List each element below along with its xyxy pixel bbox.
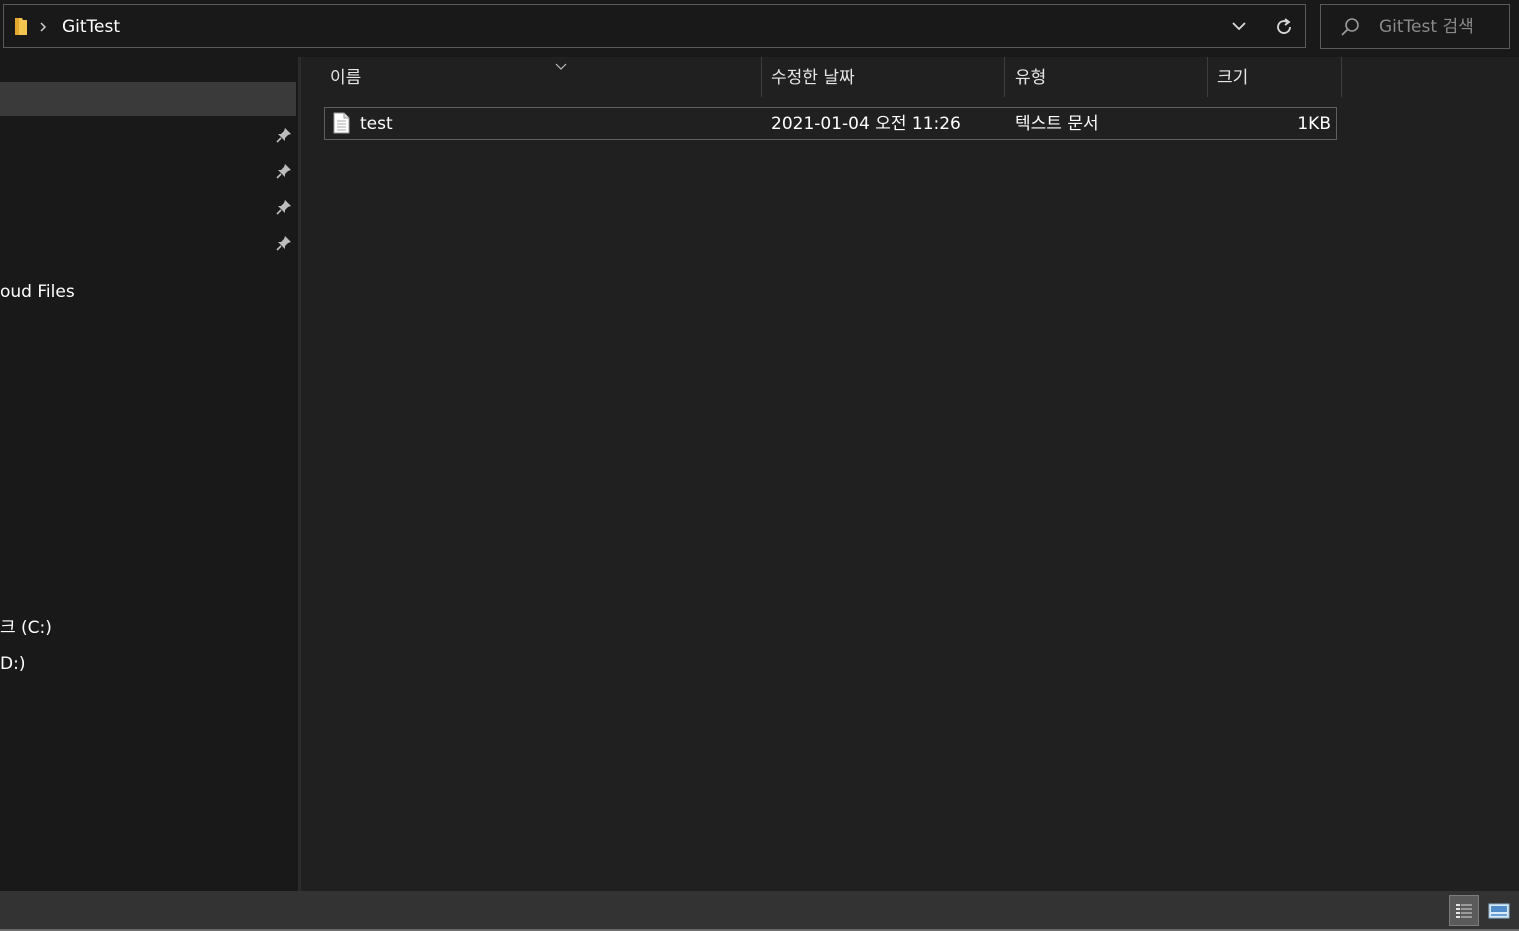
folder-icon <box>13 17 29 37</box>
column-divider[interactable] <box>1341 57 1342 97</box>
details-view-button[interactable] <box>1449 895 1479 926</box>
nav-item-pinned-4[interactable] <box>0 226 296 260</box>
column-header-label: 크기 <box>1217 68 1249 88</box>
breadcrumb-gittest[interactable]: GitTest <box>62 16 120 38</box>
file-type: 텍스트 문서 <box>1015 114 1099 134</box>
file-list-pane[interactable]: 이름 수정한 날짜 유형 크기 test 2021-01-04 오전 11:26… <box>301 57 1519 891</box>
nav-item-pinned-1[interactable] <box>0 118 296 152</box>
text-file-icon <box>333 112 350 134</box>
sort-descending-icon <box>554 56 568 70</box>
column-divider[interactable] <box>1207 57 1208 97</box>
file-name: test <box>360 114 393 134</box>
chevron-down-icon[interactable] <box>1228 15 1250 37</box>
address-bar[interactable]: GitTest <box>3 4 1306 48</box>
details-view-icon <box>1455 903 1473 923</box>
large-icons-view-icon <box>1488 903 1510 923</box>
file-modified: 2021-01-04 오전 11:26 <box>771 114 961 134</box>
nav-item-label: D:) <box>0 654 26 674</box>
search-input[interactable] <box>1379 15 1503 39</box>
nav-item-cloud-files[interactable]: oud Files <box>0 275 296 309</box>
chevron-right-icon[interactable] <box>38 16 48 44</box>
column-divider[interactable] <box>1004 57 1005 97</box>
nav-item-selected[interactable] <box>0 82 296 116</box>
column-divider[interactable] <box>761 57 762 97</box>
column-header-label: 수정한 날짜 <box>771 68 855 88</box>
large-icons-view-button[interactable] <box>1484 895 1514 926</box>
refresh-icon[interactable] <box>1272 15 1296 39</box>
column-header-modified[interactable]: 수정한 날짜 <box>763 57 1005 97</box>
column-header-label: 이름 <box>330 68 362 88</box>
pin-icon[interactable] <box>276 235 292 251</box>
nav-item-drive-d[interactable]: D:) <box>0 647 296 681</box>
pin-icon[interactable] <box>276 127 292 143</box>
column-header-label: 유형 <box>1015 68 1047 88</box>
search-icon <box>1339 16 1361 38</box>
column-header-type[interactable]: 유형 <box>1007 57 1207 97</box>
search-box[interactable] <box>1320 4 1510 49</box>
nav-item-pinned-3[interactable] <box>0 190 296 224</box>
nav-item-label: oud Files <box>0 282 75 302</box>
nav-item-pinned-2[interactable] <box>0 154 296 188</box>
navigation-pane[interactable]: oud Files 크 (C:) D:) <box>0 57 298 891</box>
column-header-size[interactable]: 크기 <box>1209 57 1341 97</box>
file-size: 1KB <box>1297 114 1331 134</box>
column-header-name[interactable]: 이름 <box>322 57 762 97</box>
nav-item-drive-c[interactable]: 크 (C:) <box>0 611 296 645</box>
status-bar <box>0 891 1519 929</box>
file-row[interactable]: test 2021-01-04 오전 11:26 텍스트 문서 1KB <box>324 107 1337 140</box>
pin-icon[interactable] <box>276 199 292 215</box>
nav-item-label: 크 (C:) <box>0 618 52 638</box>
pin-icon[interactable] <box>276 163 292 179</box>
file-explorer-window: GitTest GitTest 검색 oud Files 크 (C:) D:) … <box>0 0 1519 931</box>
